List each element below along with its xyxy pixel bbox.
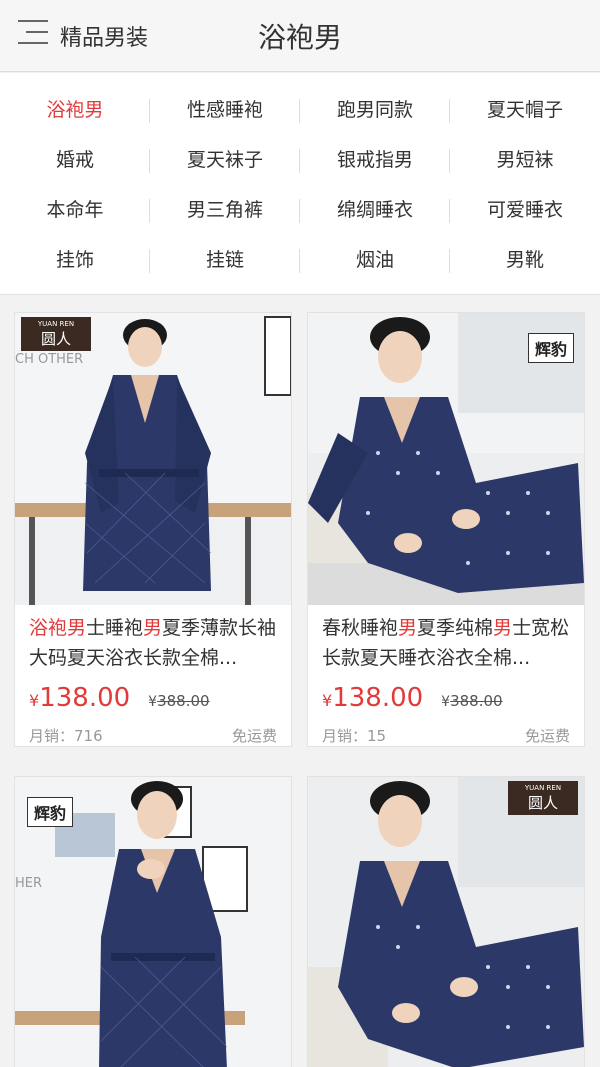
price-row: ¥ 138.00 ¥ 388.00 bbox=[308, 675, 584, 719]
menu-icon[interactable] bbox=[18, 20, 48, 46]
tag-row: 婚戒 夏天袜子 银戒指男 男短袜 bbox=[0, 135, 600, 185]
price-currency: ¥ bbox=[322, 691, 333, 710]
tag-item[interactable]: 夏天袜子 bbox=[150, 135, 300, 185]
monthly-sales: 月销：716 bbox=[29, 727, 103, 745]
tag-item[interactable]: 挂链 bbox=[150, 235, 300, 285]
old-price-currency: ¥ bbox=[441, 694, 451, 710]
tag-item[interactable]: 烟油 bbox=[300, 235, 450, 285]
brand-logo: 辉豹 bbox=[527, 333, 574, 363]
product-card[interactable]: 辉豹 春秋睡袍男夏季纯棉男士宽松长款夏天睡衣浴衣全棉... ¥ 138.00 ¥… bbox=[307, 312, 585, 747]
tag-item[interactable]: 男短袜 bbox=[450, 135, 600, 185]
old-price-currency: ¥ bbox=[148, 694, 158, 710]
wall-text: HER bbox=[15, 876, 42, 891]
category-title[interactable]: 精品男装 bbox=[60, 20, 148, 52]
tag-item[interactable]: 性感睡袍 bbox=[150, 85, 300, 135]
tag-item[interactable]: 夏天帽子 bbox=[450, 85, 600, 135]
product-image[interactable]: 辉豹 bbox=[308, 313, 584, 605]
product-photo: CH OTHER bbox=[15, 313, 291, 605]
original-price: 388.00 bbox=[450, 692, 503, 710]
tag-item[interactable]: 男三角裤 bbox=[150, 185, 300, 235]
monthly-sales: 月销：15 bbox=[322, 727, 387, 745]
product-title[interactable]: 春秋睡袍男夏季纯棉男士宽松长款夏天睡衣浴衣全棉... bbox=[308, 605, 584, 675]
tag-item[interactable]: 绵绸睡衣 bbox=[300, 185, 450, 235]
brand-logo: YUAN REN 圆人 bbox=[21, 317, 91, 351]
brand-logo: 辉豹 bbox=[27, 797, 74, 827]
product-card[interactable]: YUAN REN 圆人 bbox=[307, 776, 585, 1067]
tag-item[interactable]: 浴袍男 bbox=[0, 85, 150, 135]
tag-item[interactable]: 银戒指男 bbox=[300, 135, 450, 185]
product-price: 138.00 bbox=[332, 683, 424, 713]
original-price: 388.00 bbox=[157, 692, 210, 710]
product-title[interactable]: 浴袍男士睡袍男夏季薄款长袖大码夏天浴衣长款全棉... bbox=[15, 605, 291, 675]
meta-row: 月销：15 免运费 bbox=[308, 719, 584, 746]
product-image[interactable]: CH OTHER YUAN REN 圆人 bbox=[15, 313, 291, 605]
price-currency: ¥ bbox=[29, 691, 40, 710]
product-price: 138.00 bbox=[39, 683, 131, 713]
related-tags-panel: 浴袍男 性感睡袍 跑男同款 夏天帽子 婚戒 夏天袜子 银戒指男 男短袜 本命年 … bbox=[0, 73, 600, 295]
product-photo bbox=[308, 777, 584, 1067]
product-card[interactable]: HER 辉豹 bbox=[14, 776, 292, 1067]
tag-item[interactable]: 婚戒 bbox=[0, 135, 150, 185]
top-bar: 精品男装 浴袍男 bbox=[0, 0, 600, 72]
tag-item[interactable]: 男靴 bbox=[450, 235, 600, 285]
tag-item[interactable]: 挂饰 bbox=[0, 235, 150, 285]
free-shipping-label: 免运费 bbox=[231, 727, 277, 745]
product-card[interactable]: CH OTHER YUAN REN 圆人 浴袍男士睡袍男夏季薄款长袖大码夏天浴衣… bbox=[14, 312, 292, 747]
tag-row: 浴袍男 性感睡袍 跑男同款 夏天帽子 bbox=[0, 85, 600, 135]
tag-item[interactable]: 可爱睡衣 bbox=[450, 185, 600, 235]
tag-item[interactable]: 本命年 bbox=[0, 185, 150, 235]
tag-row: 挂饰 挂链 烟油 男靴 bbox=[0, 235, 600, 285]
price-row: ¥ 138.00 ¥ 388.00 bbox=[15, 675, 291, 719]
free-shipping-label: 免运费 bbox=[524, 727, 570, 745]
product-image[interactable]: HER 辉豹 bbox=[15, 777, 291, 1067]
meta-row: 月销：716 免运费 bbox=[15, 719, 291, 746]
tag-row: 本命年 男三角裤 绵绸睡衣 可爱睡衣 bbox=[0, 185, 600, 235]
tag-item[interactable]: 跑男同款 bbox=[300, 85, 450, 135]
wall-text: CH OTHER bbox=[15, 352, 83, 367]
brand-logo: YUAN REN 圆人 bbox=[508, 781, 578, 815]
product-image[interactable]: YUAN REN 圆人 bbox=[308, 777, 584, 1067]
